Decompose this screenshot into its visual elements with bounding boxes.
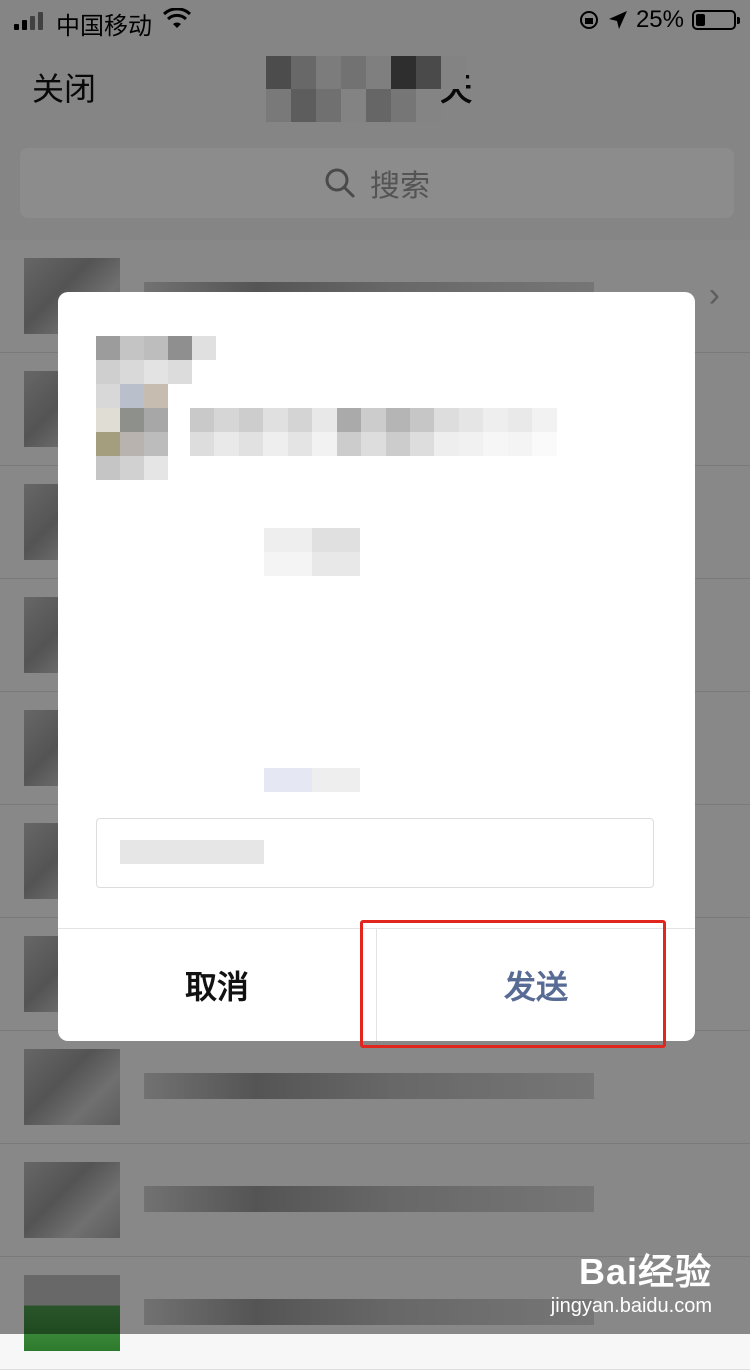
watermark-logo: Bai经验 — [578, 1251, 712, 1292]
cancel-button[interactable]: 取消 — [58, 929, 377, 1041]
watermark-url: jingyan.baidu.com — [550, 1295, 712, 1317]
send-button[interactable]: 发送 — [377, 929, 695, 1041]
preview-image-mosaic — [264, 528, 360, 792]
watermark: Bai经验 jingyan.baidu.com — [551, 1243, 712, 1318]
dialog-actions: 取消 发送 — [58, 928, 695, 1041]
send-to-dialog: 取消 发送 — [58, 292, 695, 1041]
recipient-name-mosaic — [190, 408, 630, 456]
message-input-mosaic — [120, 840, 264, 864]
